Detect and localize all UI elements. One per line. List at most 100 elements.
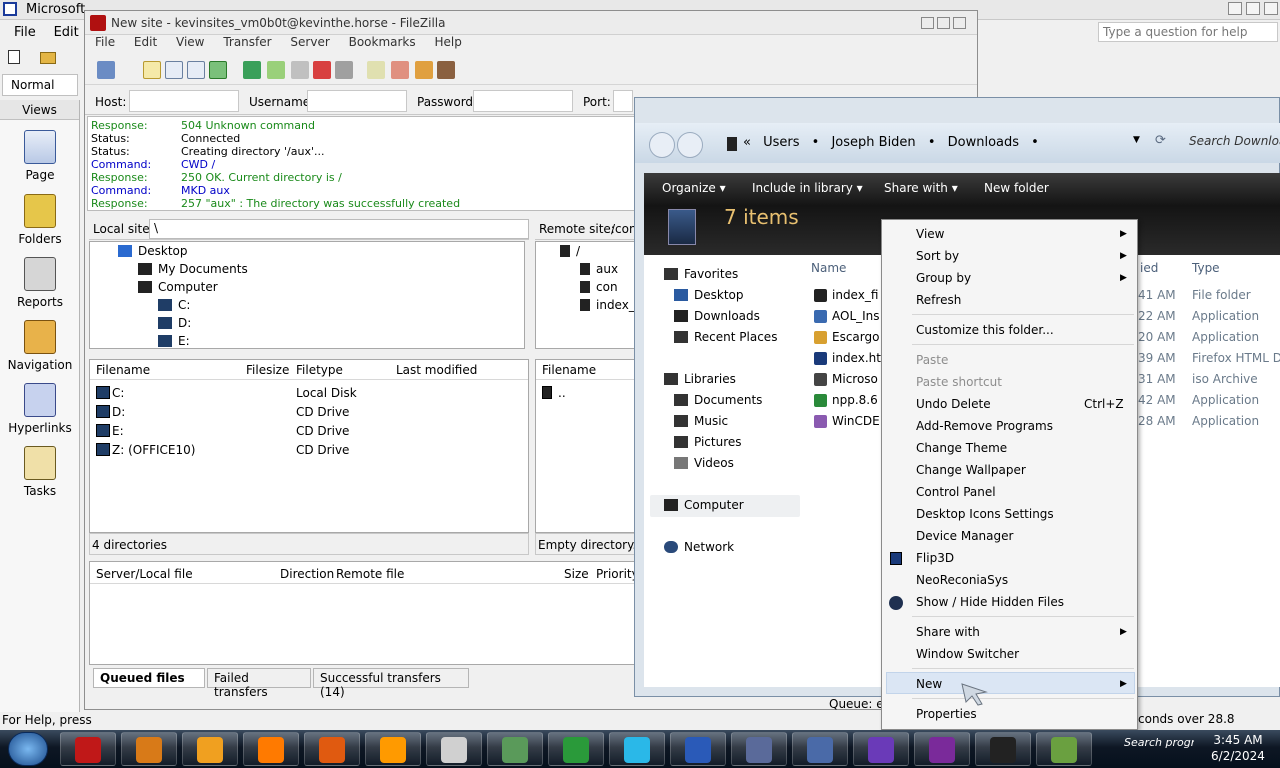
local-file-row[interactable]: Z: (OFFICE10) CD Drive bbox=[90, 441, 528, 460]
restore-icon[interactable] bbox=[1245, 2, 1260, 15]
remote-tree-root[interactable]: / bbox=[544, 242, 640, 260]
taskbar-app-button[interactable] bbox=[121, 732, 177, 766]
minimize-icon[interactable] bbox=[1228, 2, 1242, 15]
taskbar-app-button[interactable] bbox=[975, 732, 1031, 766]
nav-network[interactable]: Network bbox=[664, 540, 734, 554]
queue-col-direction[interactable]: Direction bbox=[280, 567, 334, 581]
fz-menu-server[interactable]: Server bbox=[290, 35, 329, 49]
menu-device-manager[interactable]: Device Manager bbox=[916, 529, 1013, 543]
site-manager-icon[interactable] bbox=[97, 61, 115, 79]
system-clock[interactable]: 3:45 AM 6/2/2024 bbox=[1196, 732, 1280, 766]
port-input[interactable] bbox=[613, 90, 633, 112]
remote-col-filename[interactable]: Filename bbox=[542, 363, 596, 377]
menu-control-panel[interactable]: Control Panel bbox=[916, 485, 996, 499]
column-date-modified[interactable]: ied bbox=[1140, 261, 1158, 275]
tree-item-computer[interactable]: Computer bbox=[98, 278, 524, 296]
compare-icon[interactable] bbox=[391, 61, 409, 79]
remote-site-path[interactable]: /con bbox=[611, 222, 637, 236]
fz-menu-help[interactable]: Help bbox=[434, 35, 461, 49]
fz-menu-bookmarks[interactable]: Bookmarks bbox=[349, 35, 416, 49]
toggle-remote-tree-icon[interactable] bbox=[187, 61, 205, 79]
tree-item-desktop[interactable]: Desktop bbox=[98, 242, 524, 260]
taskbar-app-button[interactable] bbox=[548, 732, 604, 766]
taskbar-app-button[interactable] bbox=[304, 732, 360, 766]
taskbar-search[interactable]: Search progra bbox=[1124, 736, 1194, 749]
office-menu-edit[interactable]: Edit bbox=[54, 25, 79, 40]
column-name[interactable]: Name bbox=[811, 261, 846, 275]
tree-item-c[interactable]: C: bbox=[98, 296, 524, 314]
menu-customize-folder[interactable]: Customize this folder... bbox=[916, 323, 1054, 337]
refresh-icon[interactable] bbox=[243, 61, 261, 79]
remote-tree-index[interactable]: index_f bbox=[544, 296, 640, 314]
fz-minimize-icon[interactable] bbox=[921, 17, 934, 29]
remote-file-row[interactable]: .. bbox=[536, 384, 636, 403]
open-folder-icon[interactable] bbox=[39, 52, 56, 64]
menu-change-wallpaper[interactable]: Change Wallpaper bbox=[916, 463, 1026, 477]
nav-pictures[interactable]: Pictures bbox=[674, 435, 742, 449]
toggle-tree-icon[interactable] bbox=[165, 61, 183, 79]
local-site-path-input[interactable]: \ bbox=[149, 219, 529, 239]
breadcrumb-users[interactable]: Users bbox=[763, 135, 799, 150]
nav-videos[interactable]: Videos bbox=[674, 456, 734, 470]
remote-tree-aux[interactable]: aux bbox=[544, 260, 640, 278]
organize-button[interactable]: Organize ▾ bbox=[662, 181, 726, 195]
menu-show-hide-hidden-files[interactable]: Show / Hide Hidden Files bbox=[916, 595, 1064, 609]
nav-downloads[interactable]: Downloads bbox=[674, 309, 760, 323]
refresh-icon[interactable]: ⟳ bbox=[1155, 133, 1166, 148]
tree-item-e[interactable]: E: bbox=[98, 332, 524, 350]
nav-libraries[interactable]: Libraries bbox=[664, 372, 736, 386]
view-hyperlinks[interactable]: Hyperlinks bbox=[0, 383, 80, 435]
menu-undo-delete[interactable]: Undo Delete bbox=[916, 397, 991, 411]
menu-desktop-icons-settings[interactable]: Desktop Icons Settings bbox=[916, 507, 1054, 521]
taskbar-app-button[interactable] bbox=[670, 732, 726, 766]
taskbar-app-button[interactable] bbox=[487, 732, 543, 766]
taskbar-app-button[interactable] bbox=[853, 732, 909, 766]
view-tasks[interactable]: Tasks bbox=[0, 446, 80, 498]
view-folders[interactable]: Folders bbox=[0, 194, 80, 246]
local-file-row[interactable]: D: CD Drive bbox=[90, 403, 528, 422]
menu-share-with[interactable]: Share with bbox=[916, 625, 980, 639]
menu-group-by[interactable]: Group by bbox=[916, 271, 971, 285]
menu-window-switcher[interactable]: Window Switcher bbox=[916, 647, 1019, 661]
remote-tree-con[interactable]: con bbox=[544, 278, 640, 296]
fz-menu-file[interactable]: File bbox=[95, 35, 115, 49]
new-page-icon[interactable] bbox=[8, 50, 20, 64]
breadcrumb-downloads[interactable]: Downloads bbox=[948, 135, 1019, 150]
col-filename[interactable]: Filename bbox=[96, 363, 150, 377]
menu-neoreconiasys[interactable]: NeoReconiaSys bbox=[916, 573, 1008, 587]
queue-col-remote-file[interactable]: Remote file bbox=[336, 567, 404, 581]
menu-properties[interactable]: Properties bbox=[916, 707, 977, 721]
nav-desktop[interactable]: Desktop bbox=[674, 288, 744, 302]
process-queue-icon[interactable] bbox=[267, 61, 285, 79]
close-icon[interactable] bbox=[1263, 2, 1278, 15]
menu-refresh[interactable]: Refresh bbox=[916, 293, 961, 307]
start-orb-icon[interactable] bbox=[8, 732, 48, 766]
nav-computer[interactable]: Computer bbox=[650, 495, 800, 517]
taskbar-app-button[interactable] bbox=[792, 732, 848, 766]
taskbar-app-button[interactable] bbox=[1036, 732, 1092, 766]
fz-maximize-icon[interactable] bbox=[937, 17, 950, 29]
fz-menu-view[interactable]: View bbox=[176, 35, 204, 49]
local-file-row[interactable]: C: Local Disk bbox=[90, 384, 528, 403]
queue-col-size[interactable]: Size bbox=[564, 567, 589, 581]
explorer-search-input[interactable]: Search Downloads bbox=[1183, 130, 1280, 154]
include-in-library-button[interactable]: Include in library ▾ bbox=[752, 181, 863, 195]
toggle-log-icon[interactable] bbox=[143, 61, 161, 79]
reconnect-icon[interactable] bbox=[335, 61, 353, 79]
local-file-row[interactable]: E: CD Drive bbox=[90, 422, 528, 441]
taskbar-app-button[interactable] bbox=[609, 732, 665, 766]
tab-failed-transfers[interactable]: Failed transfers bbox=[207, 668, 311, 699]
username-input[interactable] bbox=[307, 90, 407, 112]
taskbar-app-button[interactable] bbox=[731, 732, 787, 766]
view-navigation[interactable]: Navigation bbox=[0, 320, 80, 372]
view-reports[interactable]: Reports bbox=[0, 257, 80, 309]
tree-item-my-documents[interactable]: My Documents bbox=[98, 260, 524, 278]
new-folder-button[interactable]: New folder bbox=[984, 181, 1049, 195]
breadcrumb-user[interactable]: Joseph Biden bbox=[831, 135, 915, 150]
tree-item-d[interactable]: D: bbox=[98, 314, 524, 332]
fz-menu-edit[interactable]: Edit bbox=[134, 35, 157, 49]
taskbar-app-button[interactable] bbox=[182, 732, 238, 766]
tab-successful-transfers[interactable]: Successful transfers (14) bbox=[313, 668, 469, 699]
taskbar-app-button[interactable] bbox=[365, 732, 421, 766]
toggle-queue-icon[interactable] bbox=[209, 61, 227, 79]
